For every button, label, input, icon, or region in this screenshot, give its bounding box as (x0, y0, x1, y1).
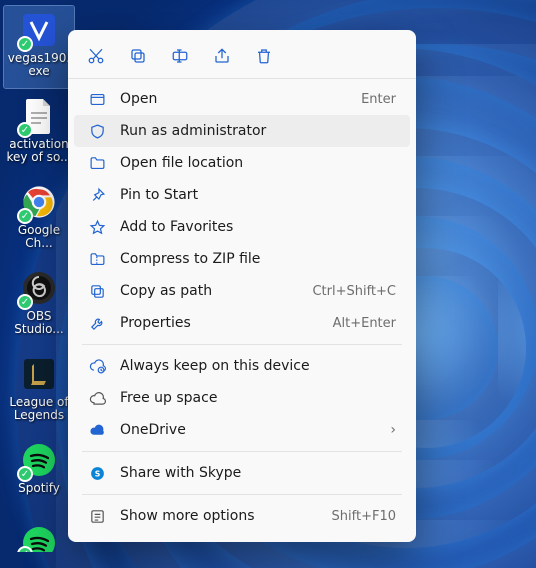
desktop-icon[interactable]: ✓ (4, 522, 74, 552)
desktop-icon[interactable]: ✓ Google Ch... (4, 178, 74, 260)
skype-icon: S (88, 464, 106, 482)
desktop-icon-label: League of Legends (6, 396, 72, 422)
shield-icon (88, 122, 106, 140)
chevron-right-icon: › (390, 422, 396, 438)
menu-item-show-more-options[interactable]: Show more options Shift+F10 (74, 500, 410, 532)
chrome-icon: ✓ (19, 182, 59, 222)
cloud-icon (88, 421, 106, 439)
cloud-keep-icon (88, 357, 106, 375)
menu-item-label: OneDrive (120, 422, 376, 438)
desktop-icon[interactable]: ✓ vegas190.exe (4, 6, 74, 88)
menu-item-label: Copy as path (120, 283, 298, 299)
wrench-icon (88, 314, 106, 332)
spotify-icon: ✓ (19, 440, 59, 480)
spotify-icon: ✓ (19, 526, 59, 552)
share-icon[interactable] (212, 46, 232, 66)
sync-badge-icon: ✓ (17, 208, 33, 224)
vegas-icon: ✓ (19, 10, 59, 50)
menu-item-properties[interactable]: Properties Alt+Enter (74, 307, 410, 339)
copy-icon[interactable] (128, 46, 148, 66)
menu-item-accel: Ctrl+Shift+C (312, 284, 396, 299)
open-icon (88, 90, 106, 108)
menu-item-accel: Shift+F10 (332, 509, 396, 524)
menu-item-compress-zip[interactable]: Compress to ZIP file (74, 243, 410, 275)
menu-item-open[interactable]: Open Enter (74, 83, 410, 115)
menu-item-open-file-location[interactable]: Open file location (74, 147, 410, 179)
pin-icon (88, 186, 106, 204)
menu-item-pin-to-start[interactable]: Pin to Start (74, 179, 410, 211)
desktop-icon[interactable]: ✓ OBS Studio... (4, 264, 74, 346)
context-menu: Open Enter Run as administrator Open fil… (68, 30, 416, 542)
desktop-icon[interactable]: League of Legends (4, 350, 74, 432)
menu-separator (82, 344, 402, 345)
menu-item-label: Run as administrator (120, 123, 396, 139)
desktop-icon[interactable]: ✓ Spotify (4, 436, 74, 518)
menu-item-label: Add to Favorites (120, 219, 396, 235)
desktop-icon[interactable]: ✓ activation key of so... (4, 92, 74, 174)
menu-item-label: Open (120, 91, 347, 107)
menu-item-accel: Enter (361, 92, 396, 107)
sync-badge-icon: ✓ (17, 122, 33, 138)
sync-badge-icon: ✓ (17, 36, 33, 52)
menu-item-run-as-admin[interactable]: Run as administrator (74, 115, 410, 147)
menu-separator (82, 494, 402, 495)
menu-item-label: Pin to Start (120, 187, 396, 203)
menu-separator (82, 451, 402, 452)
menu-item-accel: Alt+Enter (333, 316, 396, 331)
desktop-icon-label: vegas190.exe (6, 52, 72, 78)
star-icon (88, 218, 106, 236)
zip-icon (88, 250, 106, 268)
svg-text:S: S (94, 469, 100, 478)
sync-badge-icon: ✓ (17, 466, 33, 482)
lol-icon (19, 354, 59, 394)
cut-icon[interactable] (86, 46, 106, 66)
menu-item-free-up-space[interactable]: Free up space (74, 382, 410, 414)
obs-icon: ✓ (19, 268, 59, 308)
menu-item-label: Free up space (120, 390, 396, 406)
menu-item-share-skype[interactable]: S Share with Skype (74, 457, 410, 489)
menu-item-onedrive[interactable]: OneDrive › (74, 414, 410, 446)
context-menu-toolbar (68, 36, 416, 79)
desktop-icon-label: Spotify (18, 482, 60, 495)
desktop-icon-label: activation key of so... (6, 138, 72, 164)
menu-item-label: Show more options (120, 508, 318, 524)
cloud-free-icon (88, 389, 106, 407)
copy-path-icon (88, 282, 106, 300)
delete-icon[interactable] (254, 46, 274, 66)
desktop-icon-label: OBS Studio... (6, 310, 72, 336)
more-icon (88, 507, 106, 525)
desktop-icon-column: ✓ vegas190.exe ✓ activation key of so...… (4, 6, 74, 556)
menu-item-label: Always keep on this device (120, 358, 396, 374)
menu-item-label: Properties (120, 315, 319, 331)
menu-item-label: Open file location (120, 155, 396, 171)
desktop-icon-label: Google Ch... (6, 224, 72, 250)
folder-icon (88, 154, 106, 172)
doc-icon: ✓ (19, 96, 59, 136)
menu-item-copy-as-path[interactable]: Copy as path Ctrl+Shift+C (74, 275, 410, 307)
menu-item-add-favorites[interactable]: Add to Favorites (74, 211, 410, 243)
menu-item-always-keep[interactable]: Always keep on this device (74, 350, 410, 382)
sync-badge-icon: ✓ (17, 294, 33, 310)
menu-item-label: Share with Skype (120, 465, 396, 481)
menu-item-label: Compress to ZIP file (120, 251, 396, 267)
context-menu-list: Open Enter Run as administrator Open fil… (68, 79, 416, 536)
rename-icon[interactable] (170, 46, 190, 66)
